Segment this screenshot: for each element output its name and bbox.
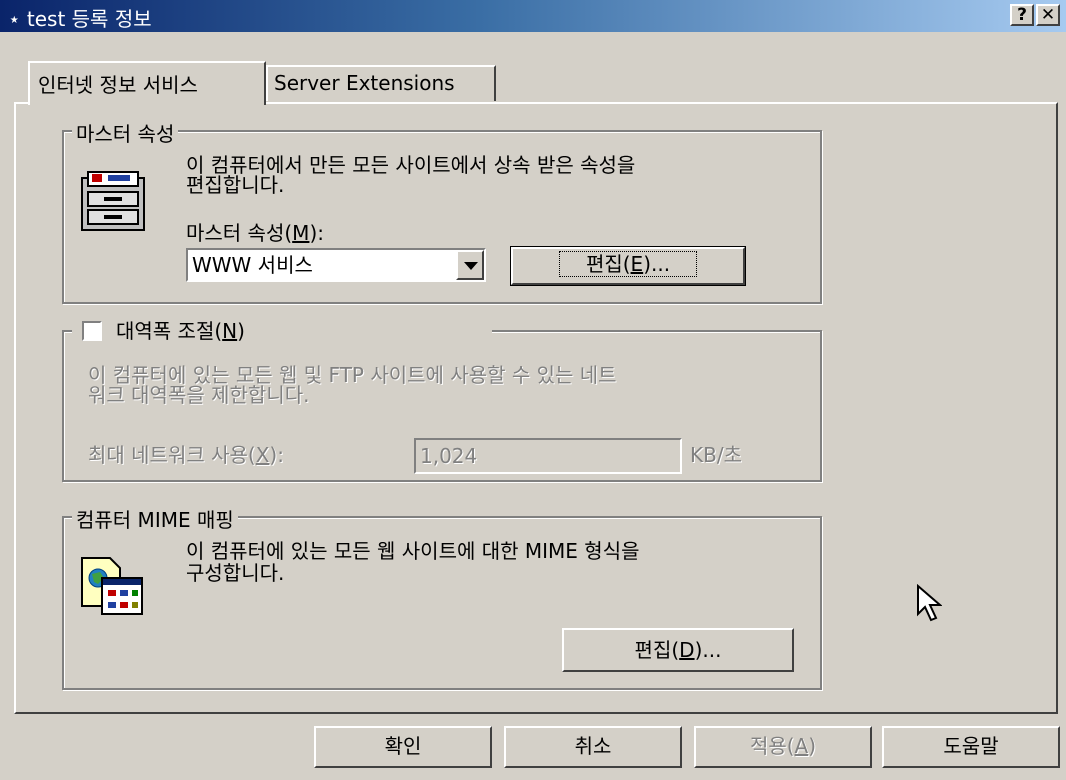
apply-label: 적용(A) <box>749 734 817 758</box>
mime-edit-label: 편집(D)... <box>634 638 722 662</box>
mime-description-line1: 이 컴퓨터에 있는 모든 웹 사이트에 대한 MIME 형식을 <box>186 539 640 563</box>
master-properties-label: 마스터 속성(M): <box>186 221 324 245</box>
ok-button[interactable]: 확인 <box>314 726 492 768</box>
max-network-usage-input[interactable]: 1,024 <box>414 438 682 474</box>
master-edit-label: 편집(E)... <box>558 251 698 277</box>
ok-label: 확인 <box>384 734 422 758</box>
bandwidth-description-line2: 워크 대역폭을 제한합니다. <box>88 383 310 407</box>
close-button[interactable]: ✕ <box>1036 4 1060 26</box>
tab-label: 인터넷 정보 서비스 <box>38 73 198 97</box>
title-bar[interactable]: ⋆ test 등록 정보 ? ✕ <box>0 0 1066 32</box>
tab-internet-info-services[interactable]: 인터넷 정보 서비스 <box>28 61 266 105</box>
apply-button[interactable]: 적용(A) <box>694 726 872 768</box>
cancel-label: 취소 <box>574 734 612 758</box>
mime-mapping-legend: 컴퓨터 MIME 매핑 <box>72 504 238 533</box>
mouse-cursor-icon <box>917 584 942 622</box>
max-network-usage-value: 1,024 <box>420 444 478 468</box>
mime-window-icon <box>81 557 143 615</box>
master-properties-select-value: WWW 서비스 <box>192 253 313 277</box>
help-button[interactable]: ? <box>1010 4 1034 26</box>
max-network-usage-label: 최대 네트워크 사용(X): <box>88 443 284 467</box>
bandwidth-checkbox-label[interactable]: 대역폭 조절(N) <box>116 320 245 342</box>
master-description-line2: 편집합니다. <box>186 173 285 197</box>
close-icon: ✕ <box>1040 5 1056 25</box>
tab-label: Server Extensions <box>274 71 455 95</box>
master-edit-button[interactable]: 편집(E)... <box>510 246 746 286</box>
chevron-down-icon <box>464 262 478 270</box>
help-footer-button[interactable]: 도움말 <box>882 726 1060 768</box>
app-icon: ⋆ <box>8 7 27 31</box>
window-title: ⋆ test 등록 정보 <box>8 7 152 31</box>
bandwidth-checkbox[interactable] <box>82 321 102 341</box>
master-properties-legend: 마스터 속성 <box>72 118 179 147</box>
mime-edit-button[interactable]: 편집(D)... <box>562 628 794 672</box>
file-cabinet-icon <box>81 171 145 231</box>
max-network-usage-unit: KB/초 <box>690 443 742 467</box>
dropdown-button[interactable] <box>456 250 484 280</box>
mime-description-line2: 구성합니다. <box>186 561 285 585</box>
help-label: 도움말 <box>943 734 999 758</box>
master-properties-select[interactable]: WWW 서비스 <box>186 248 486 282</box>
cancel-button[interactable]: 취소 <box>504 726 682 768</box>
tab-server-extensions[interactable]: Server Extensions <box>266 65 496 101</box>
